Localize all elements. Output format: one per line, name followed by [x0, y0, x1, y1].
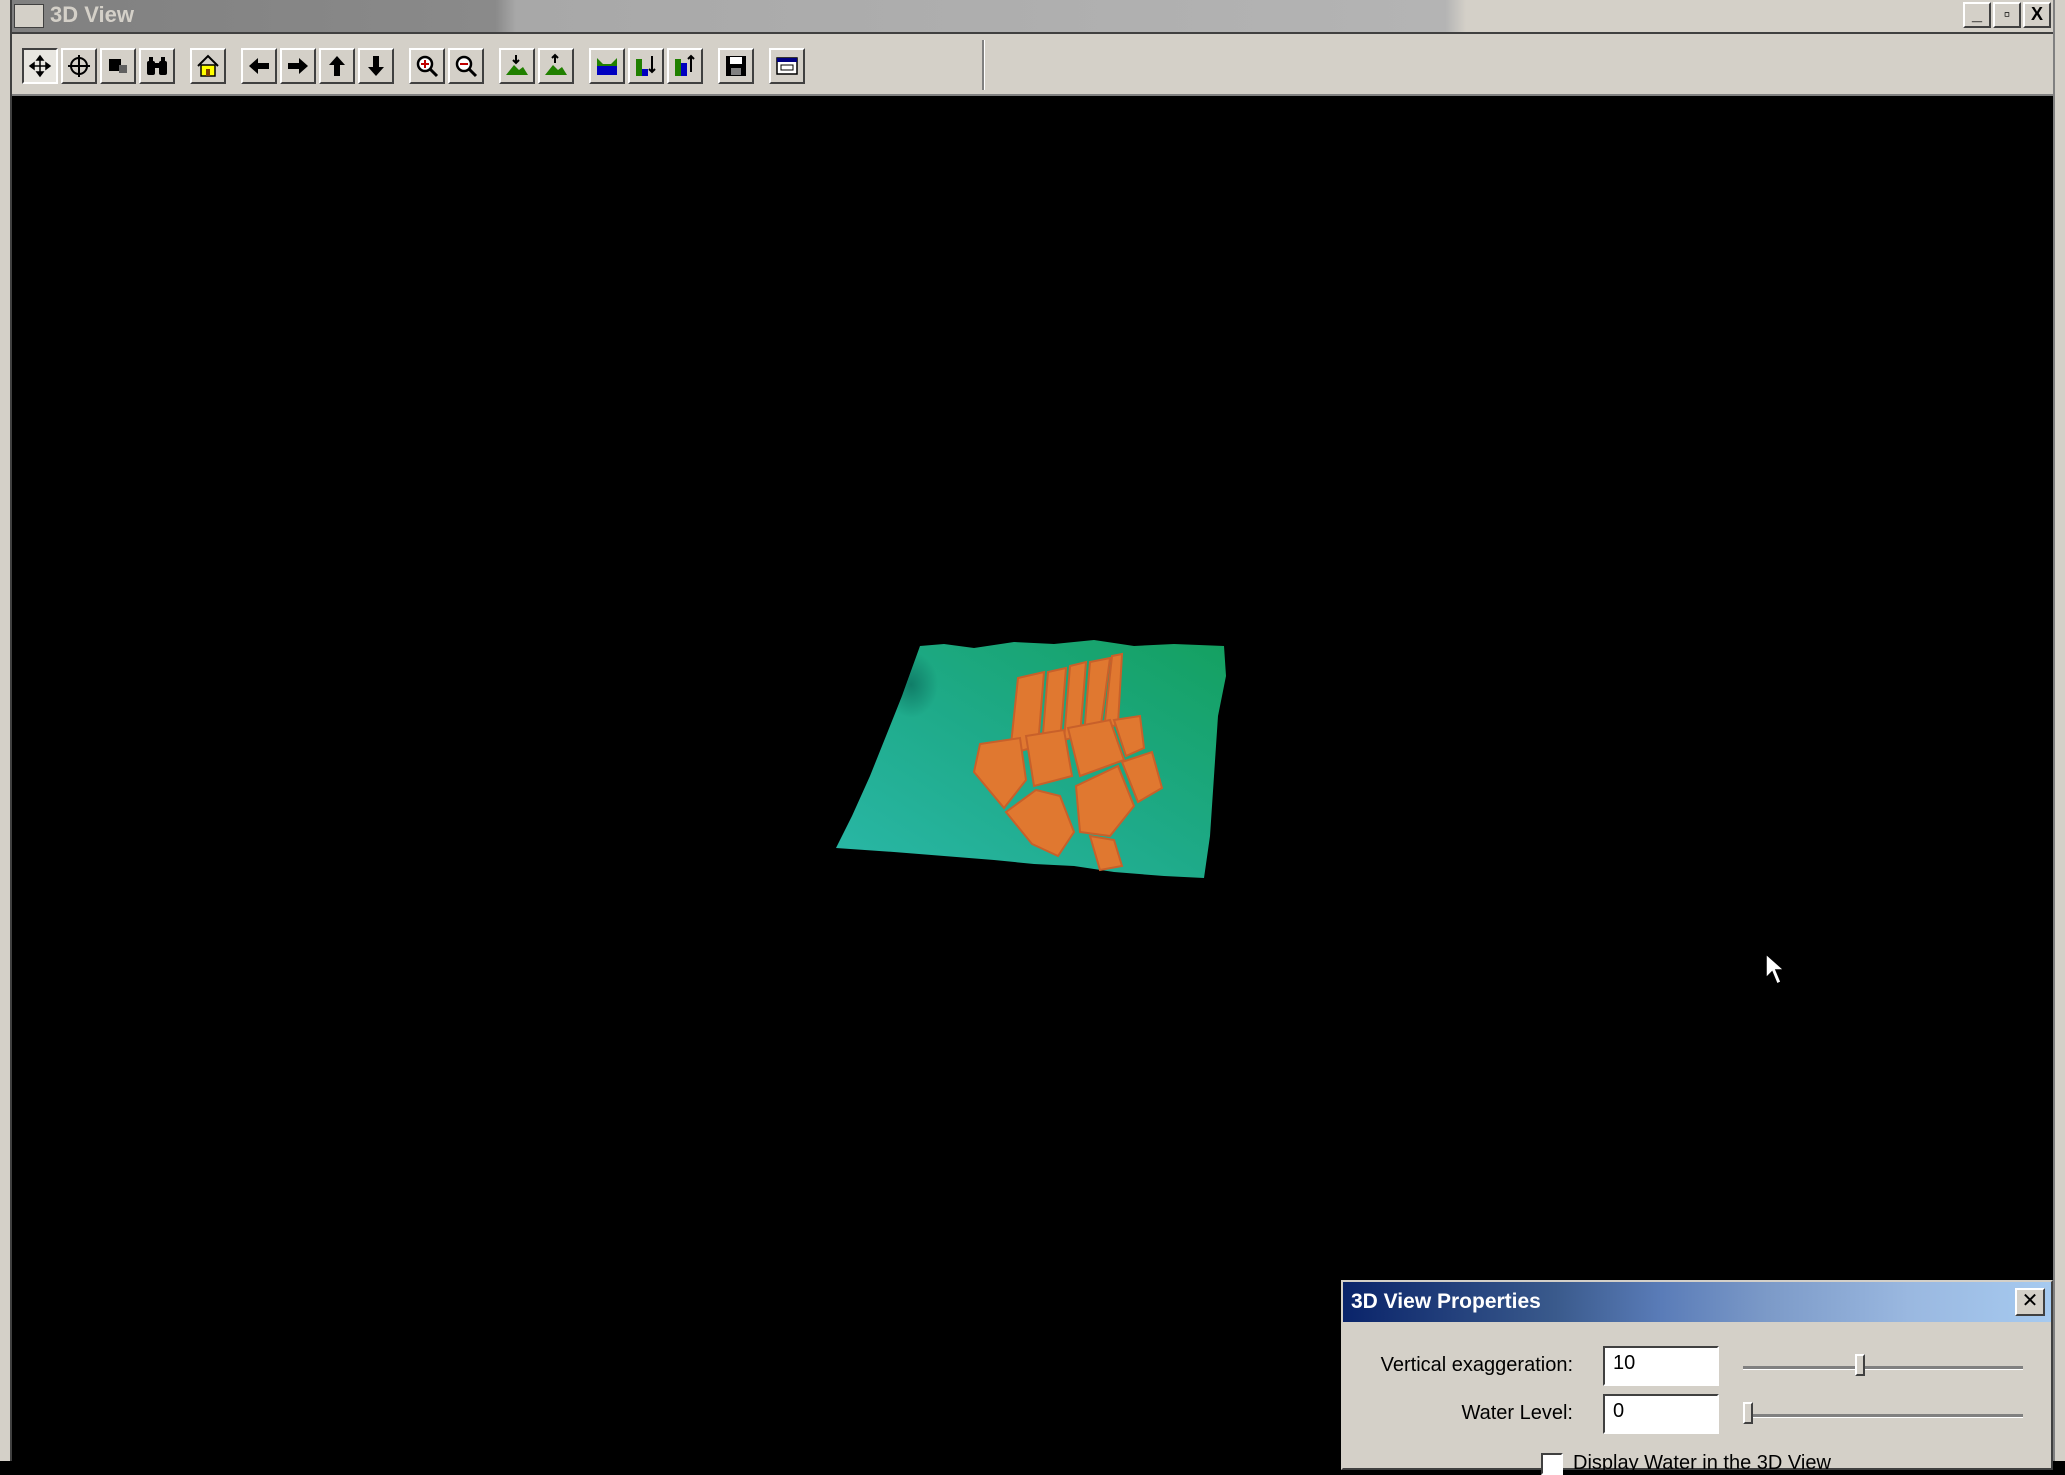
arrow-down-icon [368, 56, 384, 76]
water-level-input[interactable]: 0 [1603, 1394, 1719, 1434]
arrow-up-icon [329, 56, 345, 76]
mouse-pointer [1764, 952, 1788, 993]
terrain-raise-button[interactable] [538, 48, 574, 84]
dialog-close-button[interactable]: ✕ [2015, 1288, 2045, 1316]
save-icon [726, 56, 746, 76]
window-titlebar[interactable]: 3D View _ ▫ X [0, 0, 2065, 34]
water-level-slider-thumb[interactable] [1743, 1402, 1753, 1424]
water-level-row: Water Level: 0 [1343, 1392, 2051, 1436]
properties-button[interactable] [769, 48, 805, 84]
vertical-exaggeration-row: Vertical exaggeration: 10 [1343, 1344, 2051, 1388]
toolbar [12, 34, 2053, 96]
find-button[interactable] [139, 48, 175, 84]
home-button[interactable] [190, 48, 226, 84]
properties-icon [776, 57, 798, 75]
vertical-exaggeration-input[interactable]: 10 [1603, 1346, 1719, 1386]
zoom-in-icon [416, 55, 439, 78]
window-icon [14, 4, 44, 28]
pan-icon [68, 55, 90, 77]
zoom-in-button[interactable] [409, 48, 445, 84]
move-up-button[interactable] [319, 48, 355, 84]
water-level-slider[interactable] [1743, 1414, 2023, 1418]
terrain-lower-icon [506, 55, 528, 75]
zoom-box-button[interactable] [100, 48, 136, 84]
home-icon [197, 54, 219, 77]
zoom-out-button[interactable] [448, 48, 484, 84]
water-lower-button[interactable] [628, 48, 664, 84]
terrain-lower-button[interactable] [499, 48, 535, 84]
binoculars-icon [147, 57, 167, 75]
water-level-label: Water Level: [1461, 1402, 1573, 1424]
display-water-checkbox-row[interactable]: Display Water in the 3D View [1541, 1452, 1831, 1475]
display-water-label: Display Water in the 3D View [1573, 1452, 1831, 1474]
water-button[interactable] [589, 48, 625, 84]
water-icon [597, 58, 617, 75]
move-right-button[interactable] [280, 48, 316, 84]
minimize-button[interactable]: _ [1963, 2, 1991, 28]
water-raise-icon [675, 54, 695, 76]
display-water-checkbox[interactable] [1541, 1452, 1563, 1475]
navigate-icon [28, 54, 52, 78]
vertical-exaggeration-label: Vertical exaggeration: [1380, 1354, 1573, 1376]
pan-button[interactable] [61, 48, 97, 84]
window-title: 3D View [50, 2, 134, 27]
water-raise-button[interactable] [667, 48, 703, 84]
window-left-border [0, 0, 12, 1461]
terrain-raise-icon [545, 53, 567, 75]
move-left-button[interactable] [241, 48, 277, 84]
navigate-button[interactable] [22, 48, 58, 84]
zoom-box-icon [109, 59, 127, 73]
save-button[interactable] [718, 48, 754, 84]
dialog-titlebar[interactable]: 3D View Properties ✕ [1343, 1282, 2051, 1322]
move-down-button[interactable] [358, 48, 394, 84]
dialog-title: 3D View Properties [1351, 1290, 1541, 1313]
terrain-scene [836, 640, 1226, 878]
toolbar-divider [982, 40, 985, 90]
3d-viewport[interactable] [14, 96, 2051, 1461]
arrow-left-icon [249, 58, 269, 74]
close-button[interactable]: X [2023, 2, 2051, 28]
3d-view-properties-dialog: 3D View Properties ✕ Vertical exaggerati… [1341, 1280, 2053, 1475]
window-right-border [2053, 0, 2065, 1461]
arrow-right-icon [288, 58, 308, 74]
vertical-exaggeration-slider[interactable] [1743, 1366, 2023, 1370]
zoom-out-icon [455, 55, 478, 78]
3d-view-window: 3D View _ ▫ X 3D View Properties ✕ Verti… [0, 0, 2065, 1475]
water-lower-icon [636, 56, 656, 76]
vertical-exaggeration-slider-thumb[interactable] [1855, 1354, 1865, 1376]
restore-button[interactable]: ▫ [1993, 2, 2021, 28]
